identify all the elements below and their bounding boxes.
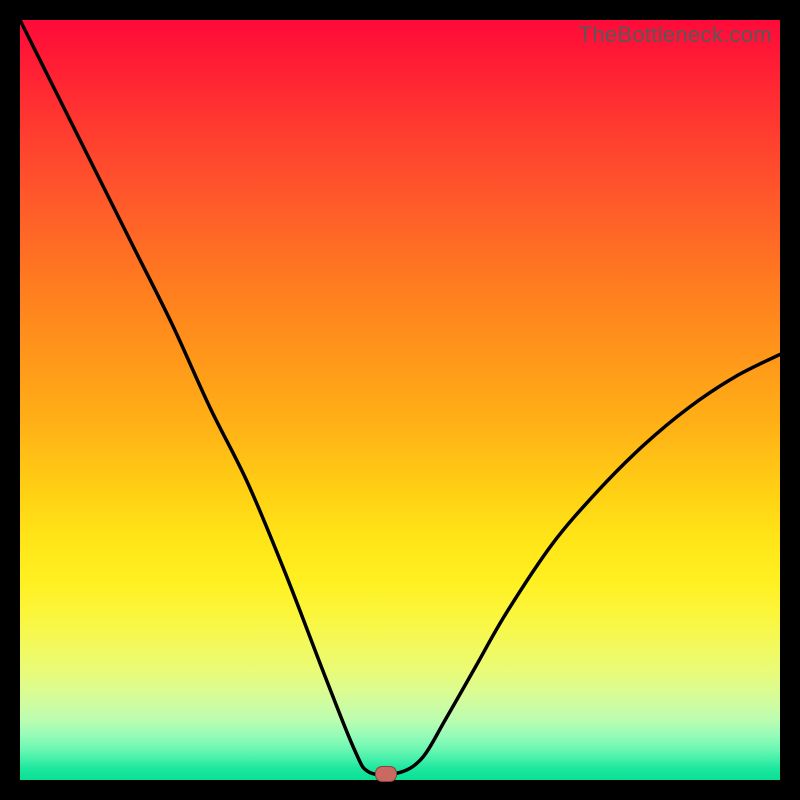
bottleneck-curve — [20, 20, 780, 780]
optimal-point-marker — [375, 766, 397, 782]
plot-area: TheBottleneck.com — [20, 20, 780, 780]
chart-frame: TheBottleneck.com — [0, 0, 800, 800]
